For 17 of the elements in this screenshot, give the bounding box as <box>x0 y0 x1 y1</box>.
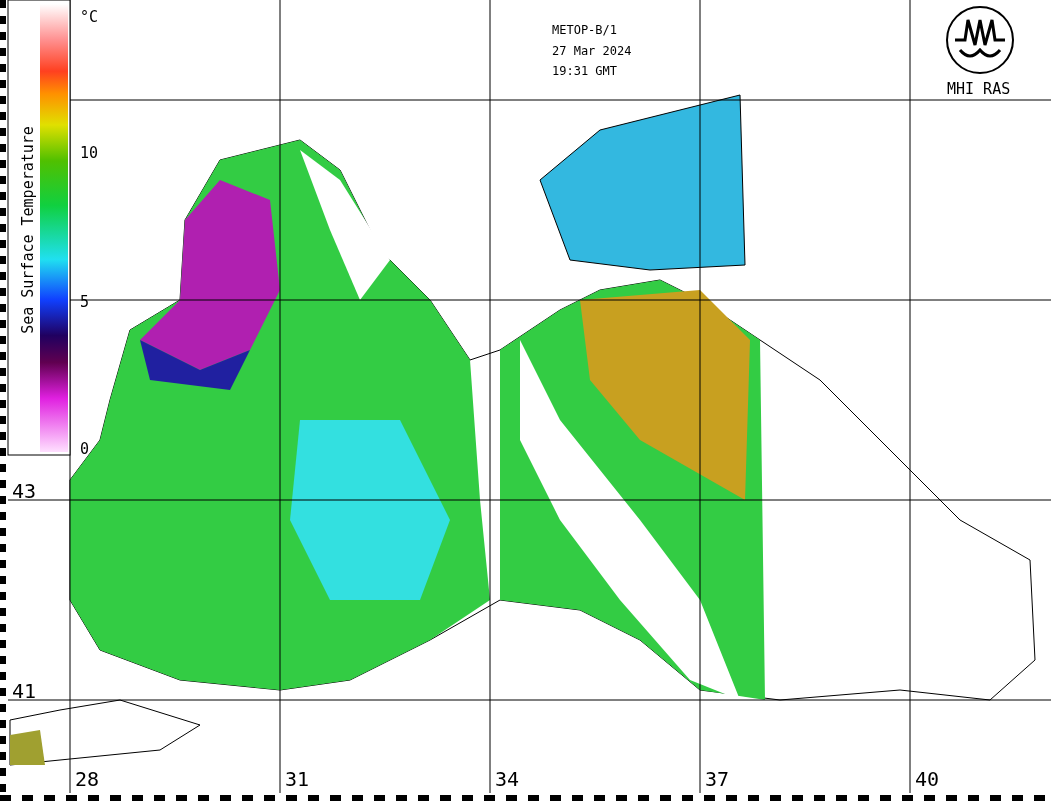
image-date: 27 Mar 2024 <box>552 44 632 58</box>
scale-tick-label: 10 <box>80 144 99 162</box>
scale-tick-label: 5 <box>80 293 90 311</box>
logo-label: MHI RAS <box>947 80 1011 98</box>
longitude-label: 34 <box>495 767 520 791</box>
longitude-label: 37 <box>705 767 730 791</box>
satellite-name: METOP-B/1 <box>552 23 618 37</box>
unit-label: °C <box>80 8 99 26</box>
longitude-label: 40 <box>915 767 940 791</box>
latitude-label: 41 <box>12 679 37 703</box>
scale-tick-label: 0 <box>80 440 90 458</box>
longitude-label: 28 <box>75 767 100 791</box>
latitude-label: 43 <box>12 479 37 503</box>
logo-icon <box>946 6 1014 74</box>
image-time: 19:31 GMT <box>552 64 618 78</box>
color-scale-title: Sea Surface Temperature <box>19 126 37 334</box>
longitude-label: 31 <box>285 767 310 791</box>
